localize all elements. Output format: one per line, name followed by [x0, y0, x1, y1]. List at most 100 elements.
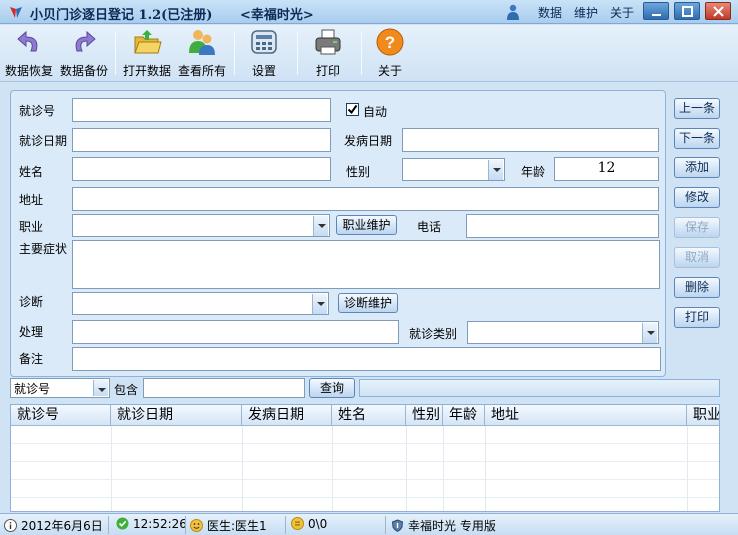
diagnosis-select[interactable]: [72, 292, 329, 315]
restore-data-button[interactable]: 数据恢复: [3, 27, 55, 79]
maximize-button[interactable]: [674, 2, 700, 20]
toolbar-divider: [361, 31, 362, 75]
chevron-down-icon[interactable]: [313, 216, 328, 236]
table-header: 就诊号 就诊日期 发病日期 姓名 性别 年龄 地址 职业: [11, 405, 719, 426]
gender-select[interactable]: [402, 158, 505, 181]
table-row[interactable]: [11, 462, 719, 480]
close-icon: [713, 6, 724, 17]
delete-button[interactable]: 删除: [674, 277, 720, 298]
address-input[interactable]: [72, 187, 659, 211]
close-button[interactable]: [705, 2, 731, 20]
toolbar: 数据恢复 数据备份 打开数据 查看所有 设置 打印 ? 关于: [0, 25, 738, 82]
auto-checkbox[interactable]: [346, 103, 359, 116]
add-button[interactable]: 添加: [674, 157, 720, 178]
undo-arrow-icon: [17, 30, 38, 52]
chevron-down-icon[interactable]: [93, 380, 108, 396]
status-doctor: 医生:医生1: [190, 517, 267, 533]
status-divider: [285, 516, 286, 534]
menu-maintain[interactable]: 维护: [574, 4, 598, 21]
visit-type-select[interactable]: [467, 321, 659, 344]
table-row[interactable]: [11, 426, 719, 444]
info-icon: [4, 519, 17, 532]
column-header[interactable]: 地址: [485, 405, 687, 426]
visit-date-input[interactable]: [72, 128, 331, 152]
column-header[interactable]: 年龄: [443, 405, 485, 426]
occupation-maintain-button[interactable]: 职业维护: [336, 215, 397, 235]
next-record-button[interactable]: 下一条: [674, 128, 720, 149]
print-toolbar-button[interactable]: 打印: [304, 27, 352, 79]
edit-button[interactable]: 修改: [674, 187, 720, 208]
minimize-button[interactable]: [643, 2, 669, 20]
visit-no-input[interactable]: [72, 98, 331, 122]
occupation-label: 职业: [19, 220, 44, 234]
prev-record-button[interactable]: 上一条: [674, 98, 720, 119]
onset-date-input[interactable]: [402, 128, 659, 152]
phone-label: 电话: [417, 220, 442, 234]
open-folder-icon: [134, 30, 162, 54]
window-title: 小贝门诊逐日登记 1.2(已注册): [30, 8, 213, 23]
table-row[interactable]: [11, 480, 719, 498]
contains-label: 包含: [114, 383, 139, 397]
chevron-down-icon[interactable]: [488, 160, 503, 180]
shield-icon: [391, 519, 404, 532]
name-label: 姓名: [19, 165, 44, 179]
column-header[interactable]: 就诊号: [11, 405, 111, 426]
minimize-icon: [652, 14, 661, 16]
occupation-select[interactable]: [72, 214, 330, 237]
remark-input[interactable]: [72, 347, 661, 371]
coin-icon: [291, 517, 304, 530]
chevron-down-icon[interactable]: [312, 294, 327, 314]
diagnosis-maintain-button[interactable]: 诊断维护: [338, 293, 398, 313]
menu-about[interactable]: 关于: [610, 4, 634, 21]
user-figure-icon[interactable]: [505, 4, 521, 21]
phone-input[interactable]: [466, 214, 659, 238]
settings-panel-icon: [251, 30, 277, 54]
check-circle-icon: [116, 517, 129, 530]
status-edition: 幸福时光 专用版: [391, 517, 496, 533]
open-data-button[interactable]: 打开数据: [121, 27, 173, 79]
column-header[interactable]: 职业: [687, 405, 719, 426]
search-status-bar: [359, 379, 720, 397]
column-header[interactable]: 性别: [406, 405, 443, 426]
printer-icon: [315, 29, 341, 55]
toolbar-divider: [297, 31, 298, 75]
record-form: 就诊号 自动 就诊日期 发病日期 姓名 性别 年龄 12 地址 职业 职业维护 …: [10, 90, 666, 377]
cancel-button[interactable]: 取消: [674, 247, 720, 268]
search-field-value: 就诊号: [14, 382, 51, 396]
table-row[interactable]: [11, 444, 719, 462]
treatment-input[interactable]: [72, 320, 399, 344]
visit-type-label: 就诊类别: [409, 327, 458, 341]
settings-button[interactable]: 设置: [240, 27, 288, 79]
chevron-down-icon[interactable]: [642, 323, 657, 343]
view-all-button[interactable]: 查看所有: [176, 27, 228, 79]
visit-date-label: 就诊日期: [19, 134, 68, 148]
save-button[interactable]: 保存: [674, 217, 720, 238]
search-field-select[interactable]: 就诊号: [10, 378, 110, 398]
toolbar-divider: [115, 31, 116, 75]
column-header[interactable]: 就诊日期: [111, 405, 242, 426]
window-subtitle: <幸福时光>: [240, 8, 314, 23]
name-input[interactable]: [72, 157, 331, 181]
search-input[interactable]: [143, 378, 305, 398]
app-logo-icon: [10, 7, 22, 18]
status-date: 2012年6月6日: [4, 517, 103, 533]
records-table[interactable]: 就诊号 就诊日期 发病日期 姓名 性别 年龄 地址 职业: [10, 404, 720, 512]
maximize-icon: [682, 6, 693, 17]
smiley-icon: [190, 519, 203, 532]
table-row[interactable]: [11, 498, 719, 511]
treatment-label: 处理: [19, 325, 44, 339]
symptom-textarea[interactable]: [72, 240, 660, 289]
svg-text:?: ?: [385, 33, 395, 52]
status-time: 12:52:26: [116, 517, 187, 533]
age-input[interactable]: 12: [554, 157, 659, 181]
backup-data-button[interactable]: 数据备份: [58, 27, 110, 79]
query-button[interactable]: 查询: [309, 378, 355, 398]
print-button[interactable]: 打印: [674, 307, 720, 328]
menu-data[interactable]: 数据: [538, 4, 562, 21]
users-icon: [189, 30, 215, 55]
age-label: 年龄: [521, 165, 546, 179]
column-header[interactable]: 发病日期: [242, 405, 332, 426]
symptom-label: 主要症状: [19, 242, 68, 256]
about-toolbar-button[interactable]: ? 关于: [366, 27, 414, 79]
column-header[interactable]: 姓名: [332, 405, 406, 426]
